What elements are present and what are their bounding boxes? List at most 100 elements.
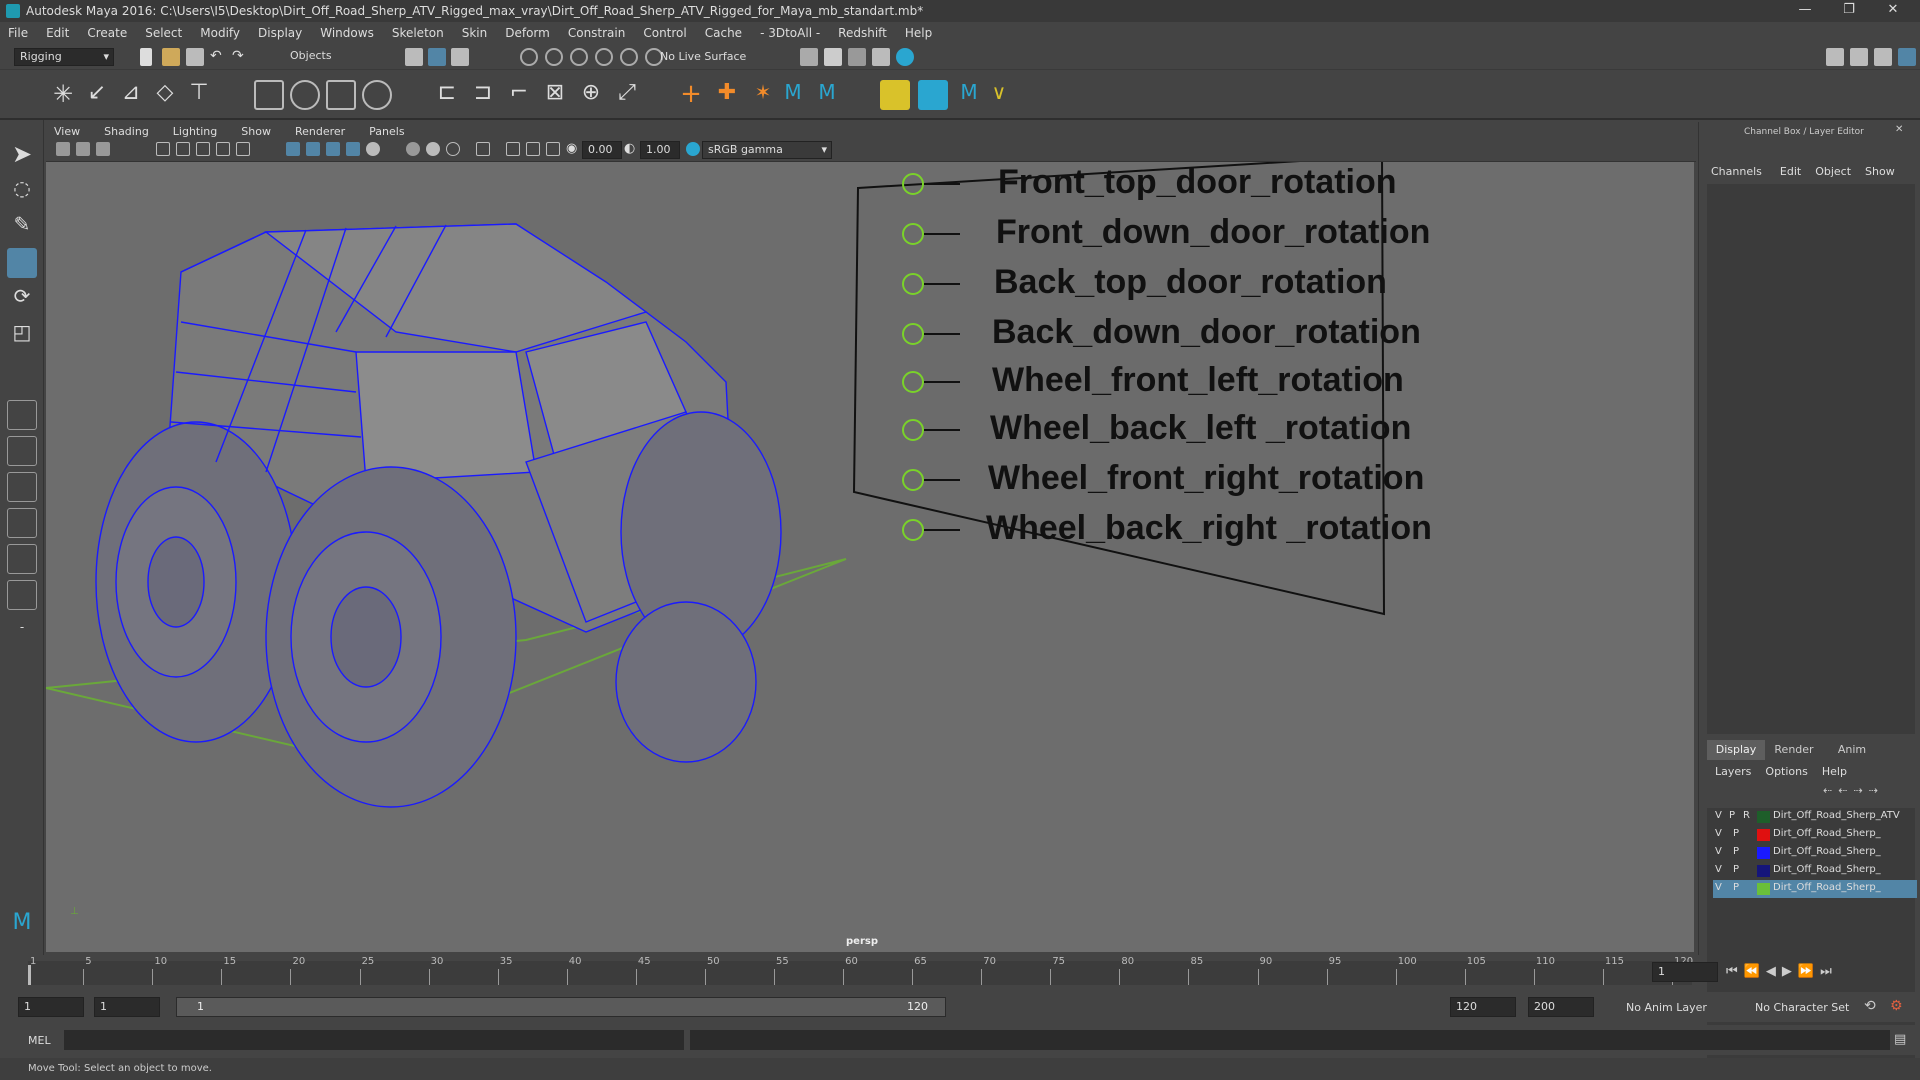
range-slider-bar[interactable]: 1 120 [176,997,946,1017]
control-circle-icon[interactable] [902,323,924,345]
color-management-icon[interactable] [686,142,700,156]
ik-handle-icon[interactable]: ↙ [82,80,112,110]
minimize-button[interactable]: — [1782,0,1828,22]
quick-rig-icon[interactable]: M [954,80,984,110]
smooth-shade-icon[interactable] [306,142,320,156]
control-circle-icon[interactable] [902,519,924,541]
menu-create[interactable]: Create [87,26,127,40]
gate-mask-icon[interactable] [216,142,230,156]
panel-menu-show[interactable]: Show [241,125,271,138]
influence-icon[interactable] [362,80,392,110]
modeling-toolkit-icon[interactable] [1826,48,1844,66]
single-perspective-layout-icon[interactable] [7,400,37,430]
perspective-viewport[interactable]: Front_top_door_rotation Front_down_door_… [46,162,1694,952]
close-button[interactable]: ✕ [1870,0,1916,22]
isolate-select-icon[interactable] [476,142,490,156]
menu-skeleton[interactable]: Skeleton [392,26,444,40]
layer-reference-toggle[interactable]: R [1743,810,1750,821]
snap-curve-icon[interactable] [545,48,563,66]
snap-point-icon[interactable] [570,48,588,66]
select-camera-icon[interactable] [56,142,70,156]
layer-row[interactable]: V P R Dirt_Off_Road_Sherp_ATV [1713,808,1917,826]
layer-name[interactable]: Dirt_Off_Road_Sherp_ [1773,882,1881,893]
snap-grid-icon[interactable] [520,48,538,66]
menu-select[interactable]: Select [145,26,182,40]
grid-toggle-icon[interactable] [156,142,170,156]
layer-move-buttons[interactable]: ⇠⇠⇢⇢ [1823,784,1913,800]
snap-view-plane-icon[interactable] [595,48,613,66]
panel-menu-panels[interactable]: Panels [369,125,404,138]
control-circle-icon[interactable] [902,273,924,295]
layer-playback-toggle[interactable]: P [1729,810,1735,821]
menu-windows[interactable]: Windows [320,26,374,40]
layer-visible-toggle[interactable]: V [1715,846,1722,857]
save-scene-icon[interactable] [186,48,204,66]
menu-cache[interactable]: Cache [705,26,742,40]
control-circle-icon[interactable] [902,223,924,245]
paint-select-icon[interactable]: ✎ [7,212,37,242]
new-scene-icon[interactable] [140,48,152,66]
show-menu[interactable]: Show [1865,165,1895,178]
menu-set-dropdown[interactable]: Rigging ▾ [14,48,114,66]
point-constraint-icon[interactable]: ⊏ [432,80,462,110]
panel-close-icon[interactable]: ✕ [1895,124,1903,135]
panel-menu-renderer[interactable]: Renderer [295,125,345,138]
maximize-button[interactable]: ❐ [1826,0,1872,22]
wrap-deformer-icon[interactable] [918,80,948,110]
paint-weights-icon[interactable] [326,80,356,110]
start-time-field[interactable]: 1 [18,997,84,1017]
select-object-icon[interactable] [428,48,446,66]
object-menu[interactable]: Object [1815,165,1851,178]
anim-start-field[interactable]: 1 [94,997,160,1017]
control-circle-icon[interactable] [902,371,924,393]
anim-end-field[interactable]: 120 [1450,997,1516,1017]
lights-icon[interactable] [366,142,380,156]
panel-menu-view[interactable]: View [54,125,80,138]
field-chart-icon[interactable] [236,142,250,156]
parent-constraint-icon[interactable]: ⊕ [576,80,606,110]
layer-name[interactable]: Dirt_Off_Road_Sherp_ [1773,828,1881,839]
menu-file[interactable]: File [8,26,28,40]
menu-display[interactable]: Display [258,26,302,40]
menu-skin[interactable]: Skin [462,26,488,40]
joint-tool-icon[interactable]: ✳ [48,80,78,110]
layer-playback-toggle[interactable]: P [1733,828,1739,839]
exposure-field[interactable]: 0.00 [582,141,622,159]
rotate-tool-icon[interactable]: ⟳ [7,284,37,314]
panel-menu-shading[interactable]: Shading [104,125,149,138]
options-menu[interactable]: Options [1765,765,1807,778]
layer-row[interactable]: V P Dirt_Off_Road_Sherp_ [1713,826,1917,844]
hik-character-icon[interactable]: M [812,80,842,110]
xray-icon[interactable] [506,142,520,156]
layer-playback-toggle[interactable]: P [1733,882,1739,893]
layer-name[interactable]: Dirt_Off_Road_Sherp_ [1773,846,1881,857]
script-editor-icon[interactable]: ▤ [1894,1032,1906,1047]
menu-edit[interactable]: Edit [46,26,69,40]
layer-row[interactable]: V P Dirt_Off_Road_Sherp_ [1713,844,1917,862]
current-time-marker[interactable] [28,965,31,985]
xray-joints-icon[interactable] [526,142,540,156]
mel-input[interactable] [64,1030,684,1050]
control-circle-icon[interactable] [902,419,924,441]
attribute-editor-icon[interactable] [1850,48,1868,66]
resolution-gate-icon[interactable] [196,142,210,156]
end-time-field[interactable]: 200 [1528,997,1594,1017]
hik-icon[interactable]: M [778,80,808,110]
gamma-field[interactable]: 1.00 [640,141,680,159]
control-circle-icon[interactable] [902,173,924,195]
open-scene-icon[interactable] [162,48,180,66]
layer-visible-toggle[interactable]: V [1715,864,1722,875]
lasso-tool-icon[interactable]: ◌ [7,176,37,206]
menu-3dtoall[interactable]: - 3DtoAll - [760,26,820,40]
cluster-icon[interactable]: ✚ [712,80,742,110]
layer-playback-toggle[interactable]: P [1733,846,1739,857]
ik-spline-icon[interactable]: ⊿ [116,80,146,110]
playback-controls[interactable]: ⏮⏪◀▶⏩⏭ [1726,962,1916,982]
lattice-icon[interactable]: ✶ [748,80,778,110]
menu-help[interactable]: Help [905,26,932,40]
selection-mask-dropdown[interactable]: Objects [285,48,381,66]
anim-layer-dropdown[interactable]: No Anim Layer [1626,1001,1707,1014]
layer-color-swatch[interactable] [1757,829,1770,841]
layer-name[interactable]: Dirt_Off_Road_Sherp_ATV [1773,810,1900,821]
edit-menu[interactable]: Edit [1780,165,1801,178]
